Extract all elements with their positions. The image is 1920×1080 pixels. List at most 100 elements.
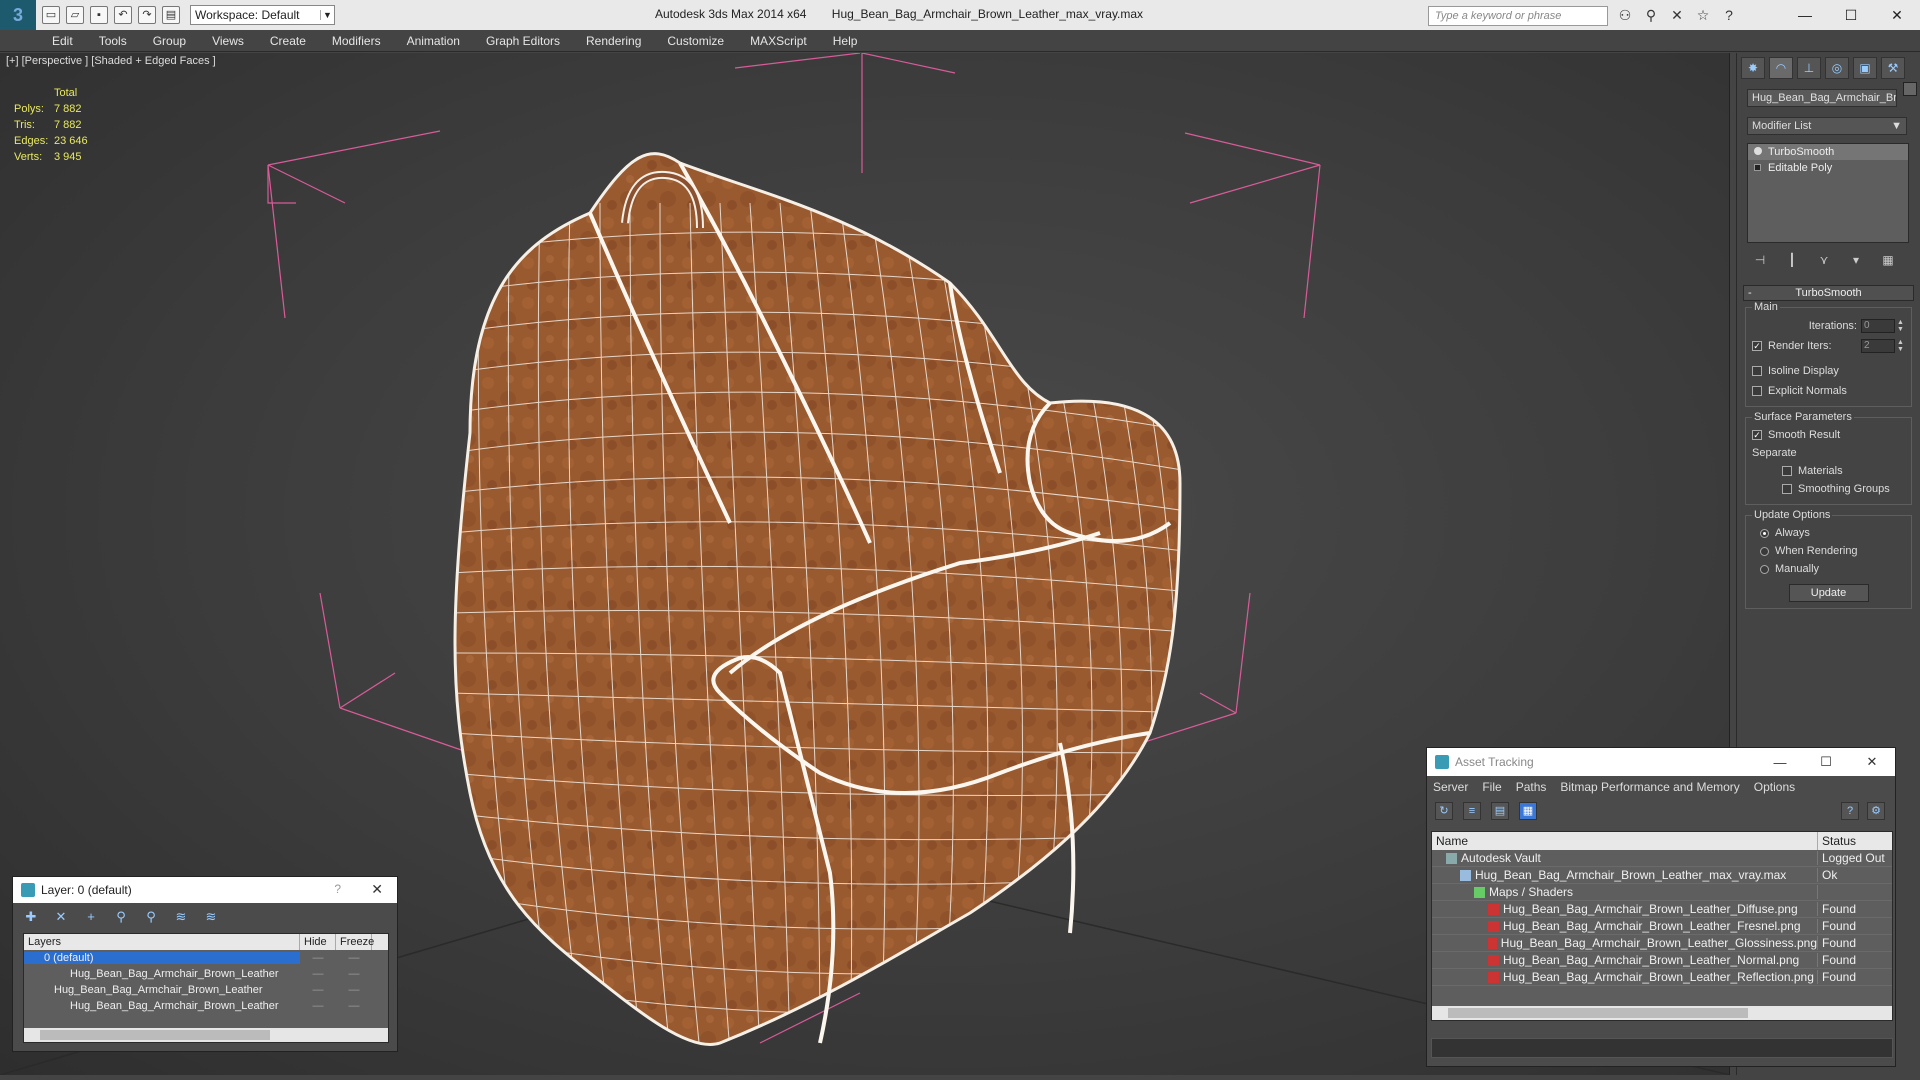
binoculars-icon[interactable]: ⚇ — [1615, 6, 1635, 24]
layer-dialog-titlebar[interactable]: Layer: 0 (default) ? ✕ — [13, 877, 397, 903]
hide-all-icon[interactable]: ≋ — [173, 909, 189, 925]
when-rendering-radio[interactable] — [1760, 546, 1769, 556]
settings-icon[interactable]: ⚙ — [1867, 802, 1885, 820]
horizontal-scrollbar[interactable] — [1432, 1006, 1892, 1020]
asset-menu-options[interactable]: Options — [1754, 780, 1795, 794]
menu-item-views[interactable]: Views — [212, 34, 244, 48]
modify-tab-icon[interactable]: ◠ — [1769, 57, 1793, 79]
freeze-toggle[interactable]: — — [336, 968, 372, 980]
column-header-hide[interactable]: Hide — [300, 934, 336, 950]
menu-item-help[interactable]: Help — [833, 34, 858, 48]
open-file-icon[interactable]: ▱ — [66, 6, 84, 24]
turbosmooth-rollout-header[interactable]: - TurboSmooth — [1743, 285, 1914, 301]
freeze-toggle[interactable]: — — [336, 984, 372, 996]
utilities-tab-icon[interactable]: ⚒ — [1881, 57, 1905, 79]
delete-layer-icon[interactable]: ✕ — [53, 909, 69, 925]
minimize-button[interactable]: — — [1757, 748, 1803, 776]
create-tab-icon[interactable]: ✸ — [1741, 57, 1765, 79]
menu-item-modifiers[interactable]: Modifiers — [332, 34, 381, 48]
highlight-layer-icon[interactable]: ⚲ — [143, 909, 159, 925]
communication-icon[interactable]: ✕ — [1667, 6, 1687, 24]
table-row[interactable]: Hug_Bean_Bag_Armchair_Brown_Leather_Glos… — [1432, 935, 1892, 952]
remove-modifier-icon[interactable]: ▾ — [1847, 253, 1865, 271]
show-end-result-icon[interactable]: ┃ — [1783, 253, 1801, 271]
freeze-toggle[interactable]: — — [336, 1000, 372, 1012]
freeze-all-icon[interactable]: ≋ — [203, 909, 219, 925]
list-item[interactable]: Hug_Bean_Bag_Armchair_Brown_Leather — — — [24, 982, 388, 998]
spinner-arrows-icon[interactable]: ▲ ▼ — [1897, 339, 1905, 353]
smoothing-groups-checkbox[interactable] — [1782, 484, 1792, 494]
freeze-toggle[interactable]: — — [336, 952, 372, 964]
hide-toggle[interactable]: — — [300, 968, 336, 980]
details-view-icon[interactable]: ▤ — [1491, 802, 1509, 820]
table-row[interactable]: Maps / Shaders — [1432, 884, 1892, 901]
configure-sets-icon[interactable]: ▦ — [1879, 253, 1897, 271]
select-objects-icon[interactable]: ⚲ — [113, 909, 129, 925]
list-item[interactable]: Hug_Bean_Bag_Armchair_Brown_Leather — — — [24, 998, 388, 1014]
redo-icon[interactable]: ↷ — [138, 6, 156, 24]
render-iters-spinner[interactable]: 2 — [1861, 339, 1895, 353]
lightbulb-icon[interactable] — [1754, 147, 1762, 155]
asset-tracking-titlebar[interactable]: Asset Tracking — ☐ ✕ — [1427, 748, 1895, 776]
hide-toggle[interactable]: — — [300, 984, 336, 996]
spinner-arrows-icon[interactable]: ▲ ▼ — [1897, 319, 1905, 333]
workspace-dropdown[interactable]: Workspace: Default ▼ — [190, 5, 335, 25]
expand-icon[interactable] — [1754, 164, 1761, 171]
make-unique-icon[interactable]: ⋎ — [1815, 253, 1833, 271]
column-header-name[interactable]: Name — [1432, 832, 1818, 850]
column-header-status[interactable]: Status — [1818, 832, 1856, 850]
subscription-icon[interactable]: ⚲ — [1641, 6, 1661, 24]
scrollbar-thumb[interactable] — [40, 1030, 270, 1040]
help-button[interactable]: ? — [334, 882, 341, 896]
explicit-normals-checkbox[interactable] — [1752, 386, 1762, 396]
new-file-icon[interactable]: ▭ — [42, 6, 60, 24]
menu-item-maxscript[interactable]: MAXScript — [750, 34, 807, 48]
asset-path-field[interactable] — [1431, 1038, 1893, 1058]
isoline-display-checkbox[interactable] — [1752, 366, 1762, 376]
close-button[interactable]: ✕ — [1849, 748, 1895, 776]
iterations-spinner[interactable]: 0 — [1861, 319, 1895, 333]
help-icon[interactable]: ? — [1841, 802, 1859, 820]
search-input[interactable]: Type a keyword or phrase — [1428, 6, 1608, 26]
menu-item-create[interactable]: Create — [270, 34, 306, 48]
minimize-button[interactable]: — — [1782, 0, 1828, 30]
asset-menu-paths[interactable]: Paths — [1516, 780, 1547, 794]
new-layer-icon[interactable]: ✚ — [23, 909, 39, 925]
menu-item-animation[interactable]: Animation — [407, 34, 460, 48]
app-logo-icon[interactable]: 3 — [0, 0, 36, 30]
always-radio[interactable] — [1760, 528, 1769, 538]
menu-item-edit[interactable]: Edit — [52, 34, 73, 48]
list-view-icon[interactable]: ≡ — [1463, 802, 1481, 820]
horizontal-scrollbar[interactable] — [24, 1028, 388, 1042]
asset-menu-bitmap-performance-and-memory[interactable]: Bitmap Performance and Memory — [1560, 780, 1739, 794]
armchair-mesh[interactable] — [450, 152, 1203, 1053]
list-item[interactable]: 0 (default) — — — [24, 950, 388, 966]
undo-icon[interactable]: ↶ — [114, 6, 132, 24]
pin-stack-icon[interactable]: ⊣ — [1751, 253, 1769, 271]
maximize-button[interactable]: ☐ — [1803, 748, 1849, 776]
add-to-layer-icon[interactable]: + — [83, 909, 99, 925]
list-item[interactable]: Hug_Bean_Bag_Armchair_Brown_Leather — — — [24, 966, 388, 982]
render-iters-checkbox[interactable]: ✓ — [1752, 341, 1762, 351]
materials-checkbox[interactable] — [1782, 466, 1792, 476]
close-icon[interactable]: ✕ — [371, 881, 383, 898]
asset-menu-file[interactable]: File — [1482, 780, 1501, 794]
maximize-button[interactable]: ☐ — [1828, 0, 1874, 30]
update-button[interactable]: Update — [1788, 584, 1869, 602]
display-tab-icon[interactable]: ▣ — [1853, 57, 1877, 79]
menu-item-customize[interactable]: Customize — [667, 34, 724, 48]
object-name-field[interactable]: Hug_Bean_Bag_Armchair_Bro — [1747, 89, 1897, 107]
column-header-freeze[interactable]: Freeze — [336, 934, 374, 950]
refresh-icon[interactable]: ↻ — [1435, 802, 1453, 820]
help-icon[interactable]: ? — [1719, 6, 1739, 24]
table-row[interactable]: Hug_Bean_Bag_Armchair_Brown_Leather_Diff… — [1432, 901, 1892, 918]
table-row[interactable]: Hug_Bean_Bag_Armchair_Brown_Leather_Norm… — [1432, 952, 1892, 969]
stack-item-editable-poly[interactable]: Editable Poly — [1748, 160, 1908, 176]
table-view-icon[interactable]: ▦ — [1519, 802, 1537, 820]
scrollbar-thumb[interactable] — [1448, 1008, 1748, 1018]
motion-tab-icon[interactable]: ◎ — [1825, 57, 1849, 79]
stack-item-turbosmooth[interactable]: TurboSmooth — [1748, 144, 1908, 160]
table-row[interactable]: Hug_Bean_Bag_Armchair_Brown_Leather_Fres… — [1432, 918, 1892, 935]
smooth-result-checkbox[interactable]: ✓ — [1752, 430, 1762, 440]
menu-item-rendering[interactable]: Rendering — [586, 34, 641, 48]
